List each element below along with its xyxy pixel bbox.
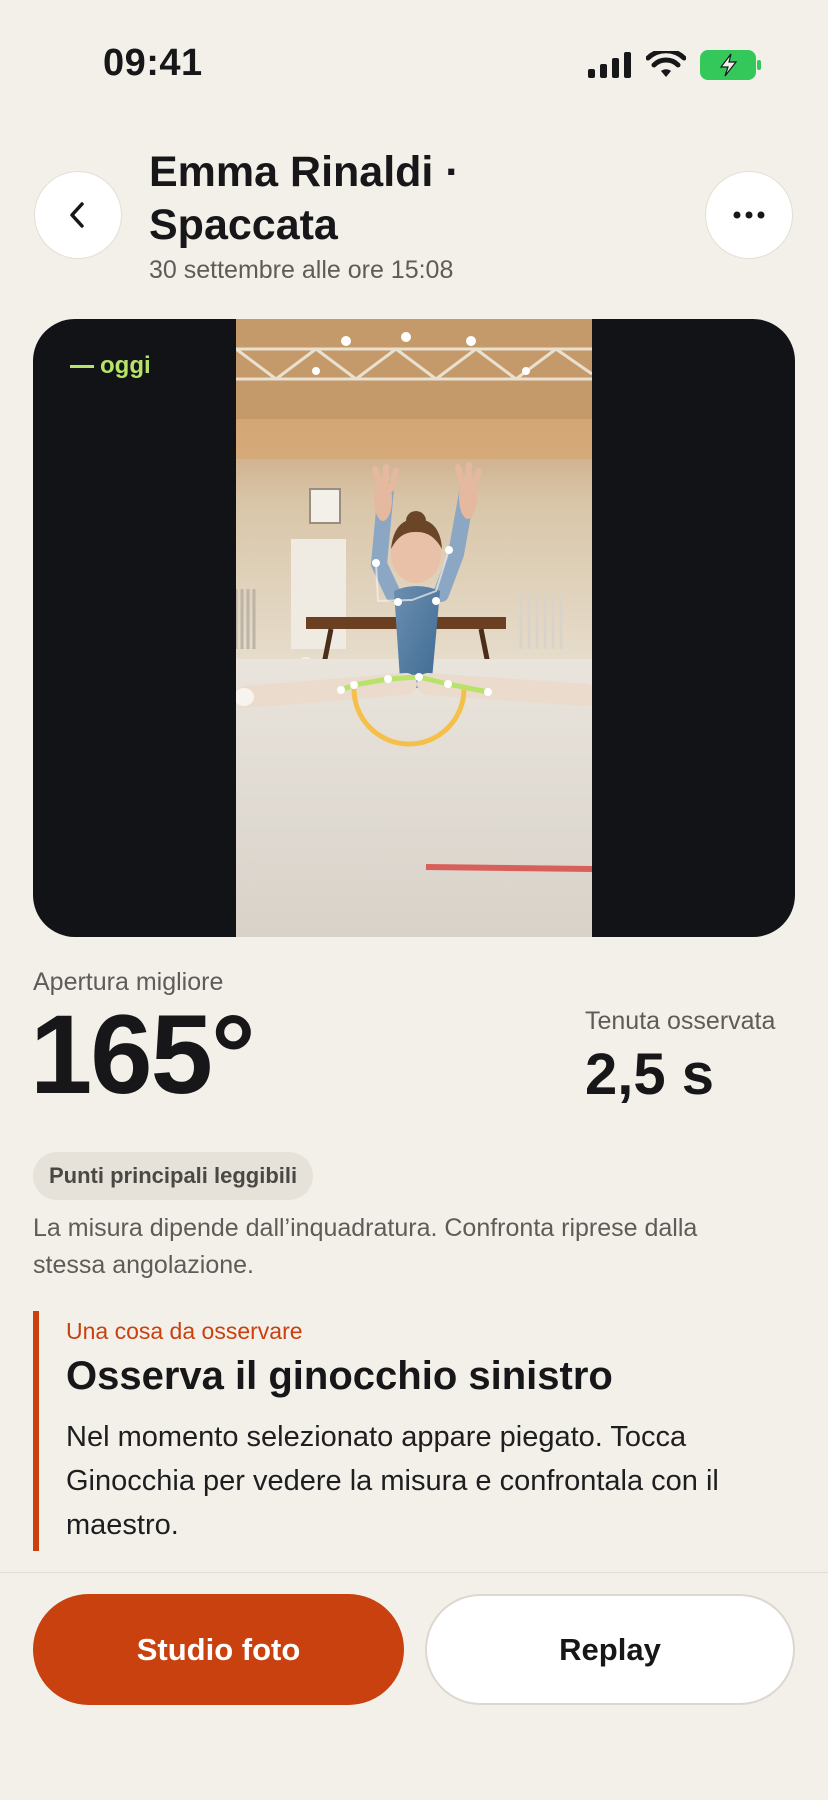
measurement-note: La misura dipende dall’inquadratura. Con…: [33, 1214, 698, 1279]
ellipsis-icon: [733, 211, 765, 219]
hold-time-label: Tenuta osservata: [585, 1007, 776, 1035]
photo-studio-button[interactable]: Studio foto: [33, 1594, 404, 1705]
quality-chip: Punti principali leggibili: [33, 1152, 314, 1200]
callout-text: Nel momento selezionato appare piegato. …: [66, 1421, 719, 1541]
video-comparison-label: oggi: [70, 352, 151, 380]
hold-time-value: 2,5 s: [585, 1042, 714, 1107]
callout-accent-bar: [33, 1311, 39, 1551]
back-button[interactable]: [34, 171, 122, 259]
page-title: Emma Rinaldi · Spaccata: [149, 148, 460, 249]
callout-kicker: Una cosa da osservare: [66, 1318, 303, 1344]
session-timestamp: 30 settembre alle ore 15:08: [149, 256, 454, 284]
callout-title: Osserva il ginocchio sinistro: [66, 1354, 613, 1398]
status-icons: [588, 50, 762, 80]
chevron-left-icon: [70, 202, 84, 228]
footer-divider: [0, 1572, 828, 1573]
battery-charging-icon: [700, 50, 761, 80]
best-opening-value: 165°: [30, 992, 256, 1117]
series-line-icon: [70, 364, 94, 368]
more-options-button[interactable]: [705, 171, 793, 259]
cellular-signal-icon: [588, 52, 631, 78]
wifi-icon: [646, 51, 686, 77]
video-label-text: oggi: [100, 352, 151, 379]
replay-button[interactable]: Replay: [425, 1594, 795, 1705]
gymnast-photo: [236, 319, 592, 937]
status-time: 09:41: [103, 42, 203, 84]
